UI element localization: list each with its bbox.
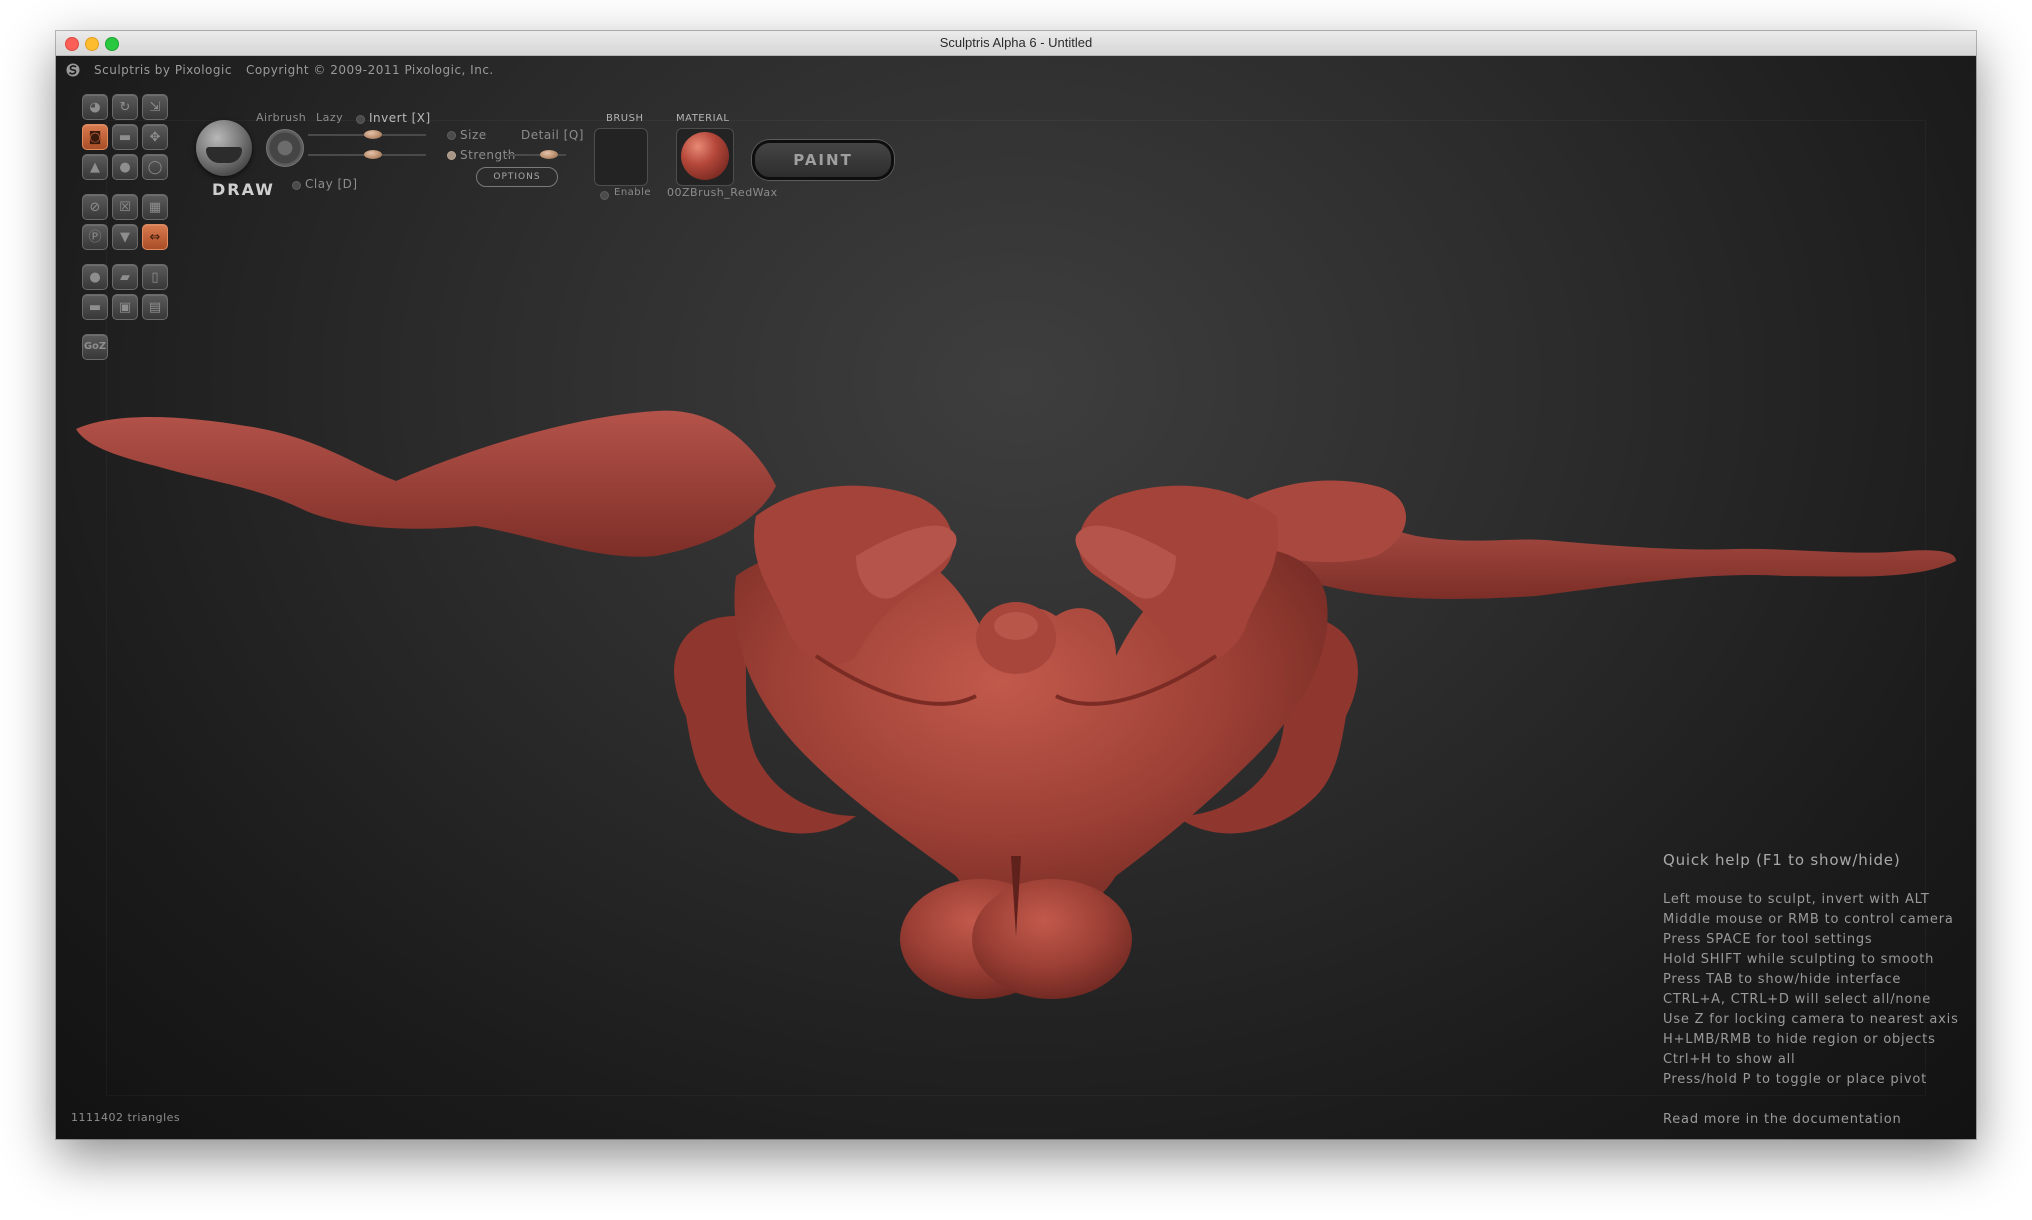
size-radio[interactable] bbox=[447, 131, 456, 140]
import-icon: ▰ bbox=[120, 269, 130, 285]
sculptris-window: Sculptris Alpha 6 - Untitled Sculptris b… bbox=[56, 31, 1976, 1139]
options-button[interactable]: OPTIONS bbox=[476, 167, 558, 187]
export-icon: ▯ bbox=[151, 269, 159, 285]
material-preview-sphere bbox=[681, 132, 729, 180]
mask-icon: ▼ bbox=[120, 229, 130, 245]
size-label: Size bbox=[460, 128, 487, 142]
material-name: 00ZBrush_RedWax bbox=[667, 186, 778, 199]
quick-help-line: Ctrl+H to show all bbox=[1663, 1052, 1796, 1067]
airbrush-label[interactable]: Airbrush bbox=[256, 111, 306, 124]
grab-tool-button[interactable]: ✥ bbox=[142, 124, 168, 150]
crease-icon: ◕ bbox=[89, 99, 101, 115]
brush-enable-label[interactable]: Enable bbox=[614, 187, 651, 198]
sphere-icon: ● bbox=[89, 269, 101, 285]
info-bar: Sculptris by Pixologic Copyright © 2009-… bbox=[66, 63, 494, 77]
plane-primitive-button[interactable]: ▬ bbox=[82, 294, 108, 320]
detail-label: Detail [Q] bbox=[521, 128, 584, 142]
sphere-primitive-button[interactable]: ● bbox=[82, 264, 108, 290]
quick-help-line: H+LMB/RMB to hide region or objects bbox=[1663, 1032, 1936, 1047]
clay-checkbox[interactable] bbox=[292, 181, 301, 190]
inflate-icon: ● bbox=[119, 159, 131, 175]
invert-label[interactable]: Invert [X] bbox=[369, 111, 431, 125]
brush-preview-sphere[interactable] bbox=[196, 120, 252, 176]
scale-tool-button[interactable]: ⇲ bbox=[142, 94, 168, 120]
strength-radio[interactable] bbox=[447, 151, 456, 160]
mask-tool-button[interactable]: ▼ bbox=[112, 224, 138, 250]
strength-slider-knob[interactable] bbox=[364, 150, 382, 159]
export-object-button[interactable]: ▯ bbox=[142, 264, 168, 290]
goz-button[interactable]: GoZ bbox=[82, 334, 108, 360]
title-bar[interactable]: Sculptris Alpha 6 - Untitled bbox=[56, 31, 1976, 56]
scale-icon: ⇲ bbox=[149, 99, 161, 115]
reduce-brush-button[interactable]: ⊘ bbox=[82, 194, 108, 220]
save-file-button[interactable]: ▣ bbox=[112, 294, 138, 320]
quick-help-line: Left mouse to sculpt, invert with ALT bbox=[1663, 892, 1930, 907]
flatten-tool-button[interactable]: ▬ bbox=[112, 124, 138, 150]
mirror-toggle-button[interactable]: ⇔ bbox=[142, 224, 168, 250]
symmetry-icon: Ⓟ bbox=[88, 229, 102, 245]
quick-help-line: Press TAB to show/hide interface bbox=[1663, 972, 1902, 987]
paint-button[interactable]: PAINT bbox=[752, 140, 894, 180]
import-object-button[interactable]: ▰ bbox=[112, 264, 138, 290]
grid-icon: ▦ bbox=[148, 199, 162, 215]
wireframe-toggle-button[interactable]: ▦ bbox=[142, 194, 168, 220]
quick-help-line: CTRL+A, CTRL+D will select all/none bbox=[1663, 992, 1932, 1007]
flatten-icon: ▬ bbox=[118, 129, 132, 145]
right-pod bbox=[972, 879, 1132, 999]
symmetry-toggle-button[interactable]: Ⓟ bbox=[82, 224, 108, 250]
detail-slider-knob[interactable] bbox=[540, 150, 558, 159]
size-slider-knob[interactable] bbox=[364, 130, 382, 139]
sculptris-logo-icon bbox=[66, 63, 80, 77]
smooth-tool-button[interactable]: ◯ bbox=[142, 154, 168, 180]
triangle-count: 1111402 triangles bbox=[71, 1111, 181, 1124]
sculpt-viewport[interactable]: Sculptris by Pixologic Copyright © 2009-… bbox=[56, 56, 1976, 1139]
smooth-icon: ◯ bbox=[147, 159, 163, 175]
save-icon: ▣ bbox=[118, 299, 132, 315]
material-header: MATERIAL bbox=[676, 113, 730, 124]
clay-label[interactable]: Clay [D] bbox=[305, 177, 358, 191]
falloff-ring-icon[interactable] bbox=[266, 129, 304, 167]
quick-help-line: Use Z for locking camera to nearest axis bbox=[1663, 1012, 1959, 1027]
lazy-label[interactable]: Lazy bbox=[316, 111, 343, 124]
inflate-tool-button[interactable]: ● bbox=[112, 154, 138, 180]
app-name: Sculptris by Pixologic bbox=[94, 63, 232, 77]
rotate-icon: ↻ bbox=[119, 99, 131, 115]
brush-enable-checkbox[interactable] bbox=[600, 191, 609, 200]
quick-help-panel: Quick help (F1 to show/hide) Left mouse … bbox=[1663, 851, 1959, 1130]
grab-icon: ✥ bbox=[149, 129, 161, 145]
documentation-link[interactable]: Read more in the documentation bbox=[1663, 1110, 1959, 1130]
draw-tool-button[interactable]: ◙ bbox=[82, 124, 108, 150]
material-slot[interactable] bbox=[676, 128, 734, 186]
quick-help-line: Middle mouse or RMB to control camera bbox=[1663, 912, 1954, 927]
mirror-arrows-icon: ⇔ bbox=[149, 229, 161, 245]
rotate-tool-button[interactable]: ↻ bbox=[112, 94, 138, 120]
invert-checkbox[interactable] bbox=[356, 115, 365, 124]
quick-help-line: Press SPACE for tool settings bbox=[1663, 932, 1873, 947]
brush-name: DRAW bbox=[212, 180, 275, 199]
copyright-text: Copyright © 2009-2011 Pixologic, Inc. bbox=[245, 63, 494, 77]
crease-tool-button[interactable]: ◕ bbox=[82, 94, 108, 120]
pinch-icon: ▲ bbox=[90, 159, 100, 175]
brush-alpha-slot[interactable] bbox=[594, 128, 648, 186]
quick-help-line: Hold SHIFT while sculpting to smooth bbox=[1663, 952, 1935, 967]
brush-header: BRUSH bbox=[606, 113, 644, 124]
quick-help-line: Press/hold P to toggle or place pivot bbox=[1663, 1072, 1927, 1087]
left-wing bbox=[76, 410, 776, 557]
open-file-button[interactable]: ▤ bbox=[142, 294, 168, 320]
pinch-tool-button[interactable]: ▲ bbox=[82, 154, 108, 180]
plane-icon: ▬ bbox=[88, 299, 102, 315]
cross-icon: ☒ bbox=[119, 199, 131, 215]
quick-help-title: Quick help (F1 to show/hide) bbox=[1663, 851, 1901, 869]
open-icon: ▤ bbox=[148, 299, 162, 315]
reduce-icon: ⊘ bbox=[89, 199, 101, 215]
draw-icon: ◙ bbox=[88, 129, 102, 145]
reduce-selection-button[interactable]: ☒ bbox=[112, 194, 138, 220]
window-title: Sculptris Alpha 6 - Untitled bbox=[939, 35, 1093, 50]
